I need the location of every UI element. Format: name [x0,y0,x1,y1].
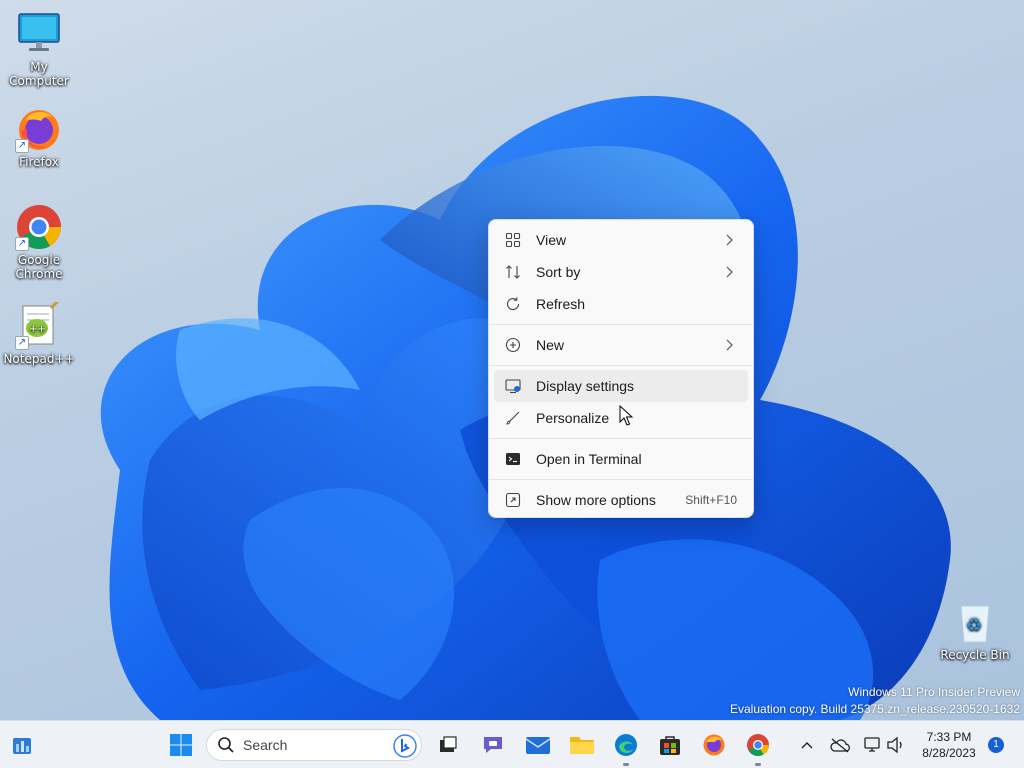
keyboard-shortcut: Shift+F10 [685,493,737,507]
menu-item-label: Personalize [536,410,610,426]
notification-badge[interactable]: 1 [988,737,1004,753]
mail-icon [525,737,551,754]
menu-item-label: Refresh [536,296,586,312]
show-hidden-icons-button[interactable] [794,729,820,761]
menu-item-label: Sort by [536,264,581,280]
chevron-right-icon [726,234,733,246]
recycle-bin-icon: ♻ [951,598,999,646]
shortcut-arrow-icon: ↗ [15,139,29,153]
chrome-icon: ↗ [15,203,63,251]
menu-item-sort-by[interactable]: Sort by [494,256,748,288]
terminal-icon [505,451,521,467]
desktop-icon-label: Firefox [19,155,59,169]
chrome-taskbar-button[interactable] [742,729,774,761]
shortcut-arrow-icon: ↗ [15,336,29,350]
menu-item-new[interactable]: New [494,329,748,361]
refresh-icon [505,296,521,312]
start-button[interactable] [165,729,197,761]
widgets-icon [13,738,31,754]
menu-separator [489,324,753,325]
menu-item-display-settings[interactable]: Display settings [494,370,748,402]
menu-separator [489,438,753,439]
shortcut-arrow-icon: ↗ [15,237,29,251]
menu-item-label: Open in Terminal [536,451,642,467]
mail-button[interactable] [522,729,554,761]
chevron-up-icon [801,742,813,749]
store-icon [660,736,680,755]
taskbar: 7:33 PM 8/28/2023 1 [0,720,1024,768]
plus-circle-icon [505,337,521,353]
menu-item-refresh[interactable]: Refresh [494,288,748,320]
volume-icon [887,736,902,754]
desktop-icon-notepad-plus-plus[interactable]: ++ ↗ Notepad++ [0,298,78,366]
desktop-icon-label: Google Chrome [15,253,63,281]
search-icon [218,737,234,753]
desktop-icon-recycle-bin[interactable]: ♻ Recycle Bin [936,598,1014,662]
file-explorer-button[interactable] [566,729,598,761]
brush-icon [505,410,521,426]
edge-button[interactable] [610,729,642,761]
desktop-icon-label: Notepad++ [3,352,75,366]
evaluation-watermark: Windows 11 Pro Insider Preview Evaluatio… [730,684,1020,718]
onedrive-button[interactable] [826,729,854,761]
search-input[interactable] [243,737,383,753]
menu-item-show-more-options[interactable]: Show more options Shift+F10 [494,484,748,516]
taskbar-search[interactable] [206,729,422,761]
store-button[interactable] [654,729,686,761]
firefox-taskbar-button[interactable] [698,729,730,761]
task-view-button[interactable] [432,729,464,761]
firefox-icon: ↗ [15,105,63,153]
file-explorer-icon [570,737,594,754]
menu-item-label: Show more options [536,492,656,508]
running-indicator [623,763,629,766]
task-view-icon [440,736,457,752]
mouse-cursor-icon [619,405,633,426]
desktop-context-menu: View Sort by Refresh New Display setting… [488,219,754,518]
monitor-icon [15,10,63,58]
menu-item-label: View [536,232,567,248]
watermark-line: Windows 11 Pro Insider Preview [848,685,1020,699]
desktop-icon-my-computer[interactable]: My Computer [0,10,78,88]
desktop-icon-label: Recycle Bin [940,648,1010,662]
edge-icon [615,734,637,756]
menu-item-label: Display settings [536,378,635,394]
svg-text:++: ++ [29,324,46,335]
chrome-icon [747,734,769,756]
clock-time: 7:33 PM [926,730,972,744]
network-icon [864,737,880,752]
widgets-button[interactable] [6,729,38,761]
volume-button[interactable] [882,729,910,761]
desktop-icon-firefox[interactable]: ↗ Firefox [0,105,78,169]
svg-text:♻: ♻ [966,615,982,636]
firefox-icon [703,734,725,756]
chevron-right-icon [726,266,733,278]
start-icon [170,734,192,756]
desktop-icon-label: My Computer [9,60,69,88]
onedrive-icon [830,738,850,753]
notepad-plus-plus-icon: ++ ↗ [15,298,63,350]
display-icon [505,378,521,394]
teams-chat-button[interactable] [477,729,509,761]
running-indicator [755,763,761,766]
menu-item-open-in-terminal[interactable]: Open in Terminal [494,443,748,475]
sort-icon [505,264,521,280]
menu-item-view[interactable]: View [494,224,748,256]
watermark-line: Evaluation copy. Build 25375.zn_release.… [730,702,1020,716]
desktop-icon-google-chrome[interactable]: ↗ Google Chrome [0,203,78,281]
teams-chat-icon [484,737,502,753]
more-options-icon [505,492,521,508]
taskbar-clock[interactable]: 7:33 PM 8/28/2023 [914,729,984,761]
clock-date: 8/28/2023 [922,746,976,760]
bing-icon[interactable] [393,734,417,758]
menu-separator [489,479,753,480]
menu-item-label: New [536,337,565,353]
grid-icon [505,232,521,248]
menu-separator [489,365,753,366]
chevron-right-icon [726,339,733,351]
